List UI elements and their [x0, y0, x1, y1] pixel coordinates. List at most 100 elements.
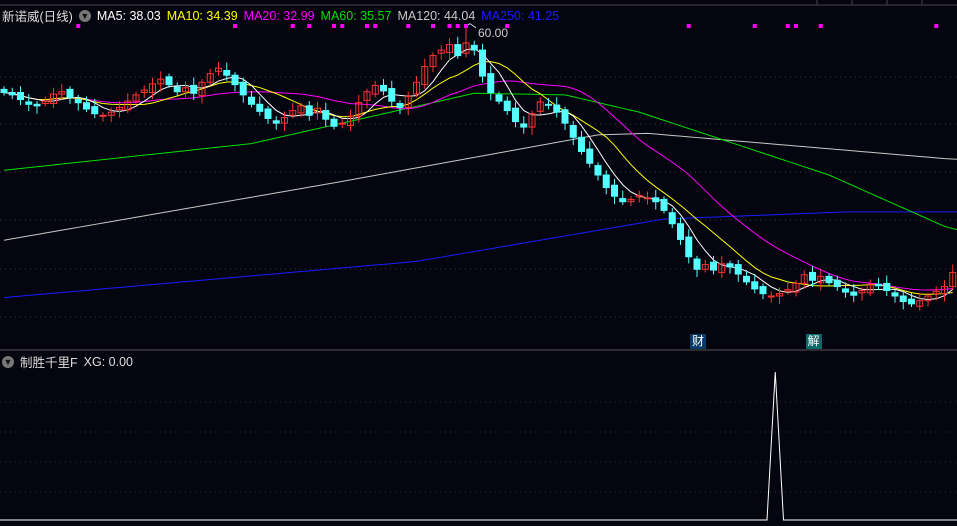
xg-indicator: [0, 371, 957, 521]
candle-down: [74, 99, 82, 104]
ma5-label: MA5: 38.03: [96, 8, 161, 23]
candle-down: [83, 102, 90, 110]
candle-down: [388, 88, 396, 102]
candle-down: [91, 106, 99, 115]
candle-down: [330, 118, 338, 127]
candle-down: [380, 84, 387, 92]
candle-down: [751, 281, 759, 290]
candle-down: [842, 288, 849, 293]
candle-down: [693, 258, 701, 270]
candle-down: [520, 123, 528, 128]
candle-down: [833, 279, 841, 288]
candle-down: [734, 264, 742, 275]
candle-down: [685, 236, 693, 258]
candle-down: [503, 100, 511, 112]
candle-down: [25, 101, 33, 105]
ma120-line: [3, 132, 957, 241]
xg-value: XG: 0.00: [83, 354, 133, 369]
signal-dot: [785, 24, 790, 28]
ma250-line: [3, 211, 957, 299]
candle-down: [883, 282, 891, 291]
moving-average-lines: [3, 48, 957, 301]
candle-down: [602, 174, 610, 189]
candle-up: [338, 122, 346, 125]
candles: [0, 23, 957, 311]
candle-down: [8, 92, 16, 96]
candle-down: [495, 94, 503, 102]
candlestick-chart[interactable]: [0, 0, 957, 526]
candle-down: [759, 286, 767, 295]
candle-down: [578, 136, 585, 152]
candle-up: [99, 114, 107, 117]
ma250-label: MA250: 41.25: [481, 8, 560, 23]
main-header: 新诺威(日线) ▼ MA5: 38.03 MA10: 34.39 MA20: 3…: [2, 6, 559, 25]
candle-down: [677, 223, 684, 240]
candle-down: [899, 295, 907, 302]
candle-down: [33, 103, 41, 107]
candle-up: [767, 295, 775, 298]
candle-down: [454, 44, 462, 57]
candle-down: [231, 74, 239, 86]
candle-down: [652, 197, 660, 203]
finance-marker[interactable]: 财: [690, 334, 707, 349]
candle-down: [487, 73, 495, 94]
candle-down: [223, 70, 231, 76]
stock-name: 新诺威(日线): [2, 10, 73, 24]
candle-down: [264, 108, 272, 119]
candle-down: [594, 165, 602, 176]
indicator-header: ▼ 制胜千里F XG: 0.00: [2, 352, 133, 371]
xg-line: [0, 371, 957, 521]
ma20-label: MA20: 32.99: [243, 8, 315, 23]
candle-down: [743, 275, 750, 283]
candle-down: [17, 92, 24, 101]
candle-down: [825, 275, 833, 284]
candle-down: [726, 263, 734, 268]
signal-dot: [818, 24, 823, 28]
chevron-down-icon[interactable]: ▼: [78, 9, 91, 22]
ma10-label: MA10: 34.39: [166, 8, 238, 23]
candle-down: [239, 81, 247, 96]
indicator-title: 制胜千里F: [20, 356, 78, 370]
high-price-label: 60.00: [478, 26, 509, 40]
candle-down: [479, 49, 486, 77]
candle-down: [586, 148, 594, 164]
ma60-label: MA60: 35.57: [320, 8, 392, 23]
candle-down: [668, 212, 676, 225]
candle-down: [875, 283, 882, 287]
ma120-label: MA120: 44.04: [397, 8, 476, 23]
signal-dot: [794, 24, 798, 28]
ma20-line: [3, 80, 953, 291]
candle-down: [619, 198, 627, 203]
chevron-down-icon[interactable]: ▼: [2, 355, 14, 368]
candle-down: [512, 107, 519, 123]
unlock-marker[interactable]: 解: [805, 334, 822, 349]
candle-down: [561, 109, 569, 124]
candle-down: [66, 88, 74, 98]
candle-up: [644, 197, 651, 200]
candle-down: [256, 103, 264, 112]
signal-dot: [934, 24, 939, 28]
candle-down: [248, 96, 255, 105]
ma60-line: [3, 92, 957, 231]
candle-down: [165, 76, 173, 86]
candle-down: [908, 298, 915, 305]
signal-dot: [752, 24, 757, 28]
candle-down: [0, 88, 8, 93]
candle-down: [569, 125, 577, 138]
candle-down: [710, 261, 717, 271]
candle-down: [396, 103, 404, 108]
candle-down: [190, 84, 198, 94]
candle-down: [173, 86, 181, 93]
ma10-line: [3, 61, 953, 295]
signal-dot: [686, 24, 691, 28]
candle-down: [305, 105, 313, 116]
candle-down: [272, 120, 280, 124]
grid-lines: [0, 0, 957, 493]
candle-down: [545, 103, 552, 106]
candle-down: [660, 198, 668, 211]
ma5-line: [3, 48, 954, 301]
candle-down: [470, 44, 478, 51]
candle-down: [850, 291, 858, 296]
candle-down: [611, 184, 618, 197]
candle-down: [553, 104, 561, 113]
